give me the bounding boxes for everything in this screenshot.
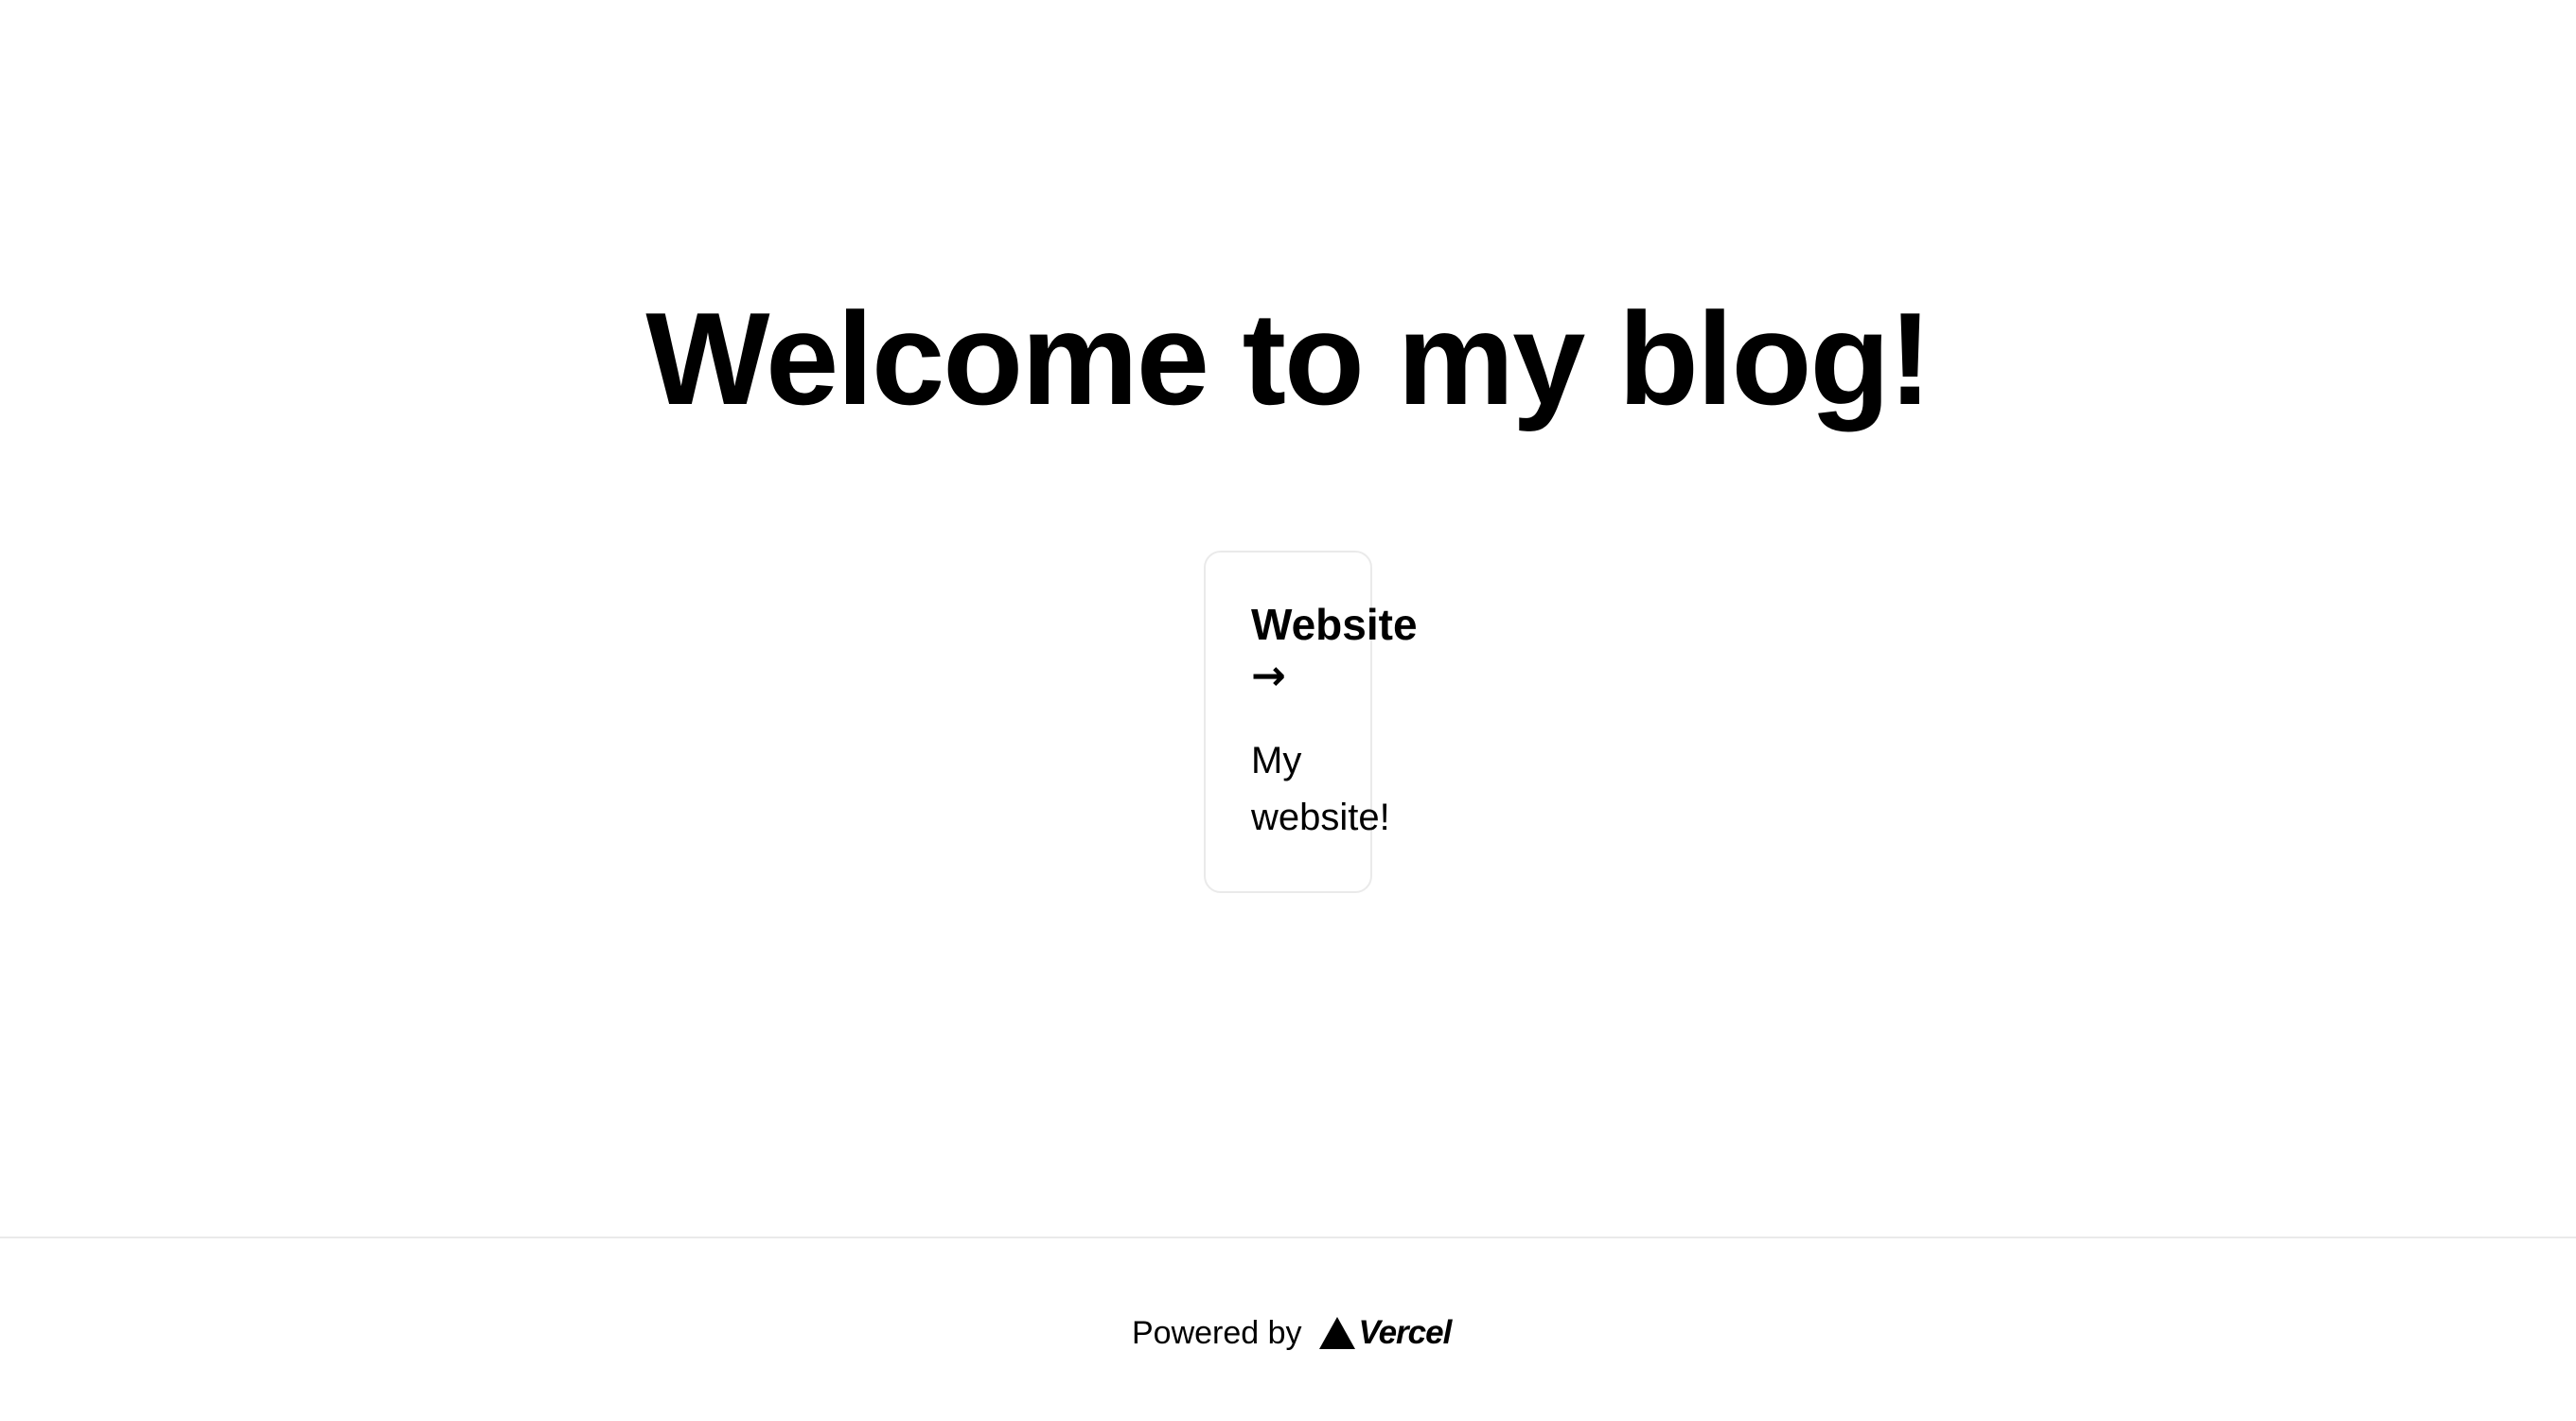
powered-by-label: Powered by (1132, 1315, 1302, 1351)
website-card[interactable]: Website → My website! (1204, 551, 1418, 893)
arrow-right-icon: → (1251, 652, 1286, 700)
vercel-logo: Vercel (1318, 1314, 1453, 1352)
vercel-wordmark: Vercel (1358, 1314, 1453, 1351)
page: Welcome to my blog! Website → My website… (0, 0, 2576, 1421)
card-description: My website! (1251, 732, 1459, 846)
card-description-line-1: My (1251, 740, 1302, 781)
page-title: Welcome to my blog! (645, 286, 1932, 432)
powered-by-vercel-link[interactable]: Powered by Vercel (1132, 1314, 1453, 1352)
triangle-icon (1318, 1317, 1355, 1349)
main-content: Welcome to my blog! Website → My website… (0, 0, 2576, 1237)
card-title: Website (1251, 600, 1418, 649)
card-description-line-2: website! (1251, 797, 1390, 838)
footer: Powered by Vercel (0, 1237, 2576, 1421)
